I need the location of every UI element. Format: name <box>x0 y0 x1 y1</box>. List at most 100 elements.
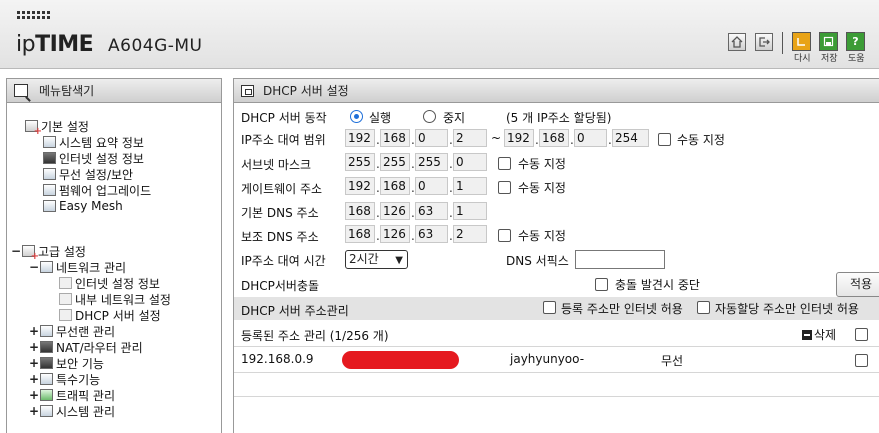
radio-run[interactable] <box>350 110 363 123</box>
menu-security[interactable]: + 보안 기능 <box>29 355 104 371</box>
menu-basic-system-summary[interactable]: 시스템 요약 정보 <box>43 134 144 150</box>
ip-range-label: IP주소 대여 범위 <box>241 133 326 147</box>
dns2-field-2[interactable]: 126 <box>380 225 410 243</box>
dns2-manual-checkbox[interactable] <box>498 229 511 242</box>
subnet-field-4[interactable]: 0 <box>453 153 487 171</box>
radio-stop[interactable] <box>423 110 436 123</box>
conflict-stop-checkbox[interactable] <box>595 278 608 291</box>
restart-label: 다시 <box>794 54 811 64</box>
dns2-manual-label: 수동 지정 <box>518 229 566 243</box>
ip-range-start-1[interactable]: 192 <box>345 129 375 147</box>
dns2-field-4[interactable]: 2 <box>453 225 487 243</box>
firmware-icon <box>43 184 56 196</box>
expand-icon[interactable]: + <box>29 404 39 418</box>
subnet-manual-checkbox[interactable] <box>498 157 511 170</box>
menu-basic-easymesh[interactable]: Easy Mesh <box>43 198 123 214</box>
auto-only-label: 자동할당 주소만 인터넷 허용 <box>715 302 859 316</box>
menu-special[interactable]: + 특수기능 <box>29 371 100 387</box>
subnet-field-3[interactable]: 255 <box>415 153 448 171</box>
ip-range-end-2[interactable]: 168 <box>539 129 569 147</box>
apply-button[interactable]: 적용 <box>836 272 879 297</box>
dns1-field-3[interactable]: 63 <box>415 202 448 220</box>
model-name: A604G-MU <box>108 36 203 56</box>
collapse-icon[interactable]: − <box>29 260 39 274</box>
dns2-field-3[interactable]: 63 <box>415 225 448 243</box>
gateway-label: 게이트웨이 주소 <box>241 182 323 196</box>
delete-all-checkbox[interactable] <box>855 328 868 341</box>
row-divider <box>234 346 879 347</box>
mesh-icon <box>43 200 56 212</box>
expand-icon[interactable]: + <box>29 340 39 354</box>
menu-network-management[interactable]: − 네트워크 관리 <box>29 259 126 275</box>
dhcp-settings-panel: DHCP 서버 설정 DHCP 서버 동작 실행 중지 (5 개 IP주소 할당… <box>233 78 879 433</box>
search-icon <box>14 84 28 97</box>
gateway-field-3[interactable]: 0 <box>415 177 448 195</box>
registered-only-label: 등록 주소만 인터넷 허용 <box>561 302 683 316</box>
address-mgmt-title: DHCP 서버 주소관리 <box>241 304 349 318</box>
expand-icon[interactable]: + <box>29 324 39 338</box>
help-label: 도움 <box>848 54 865 64</box>
expand-icon[interactable]: + <box>29 388 39 402</box>
dns1-field-4[interactable]: 1 <box>453 202 487 220</box>
ip-range-end-1[interactable]: 192 <box>504 129 534 147</box>
registered-only-checkbox[interactable] <box>543 301 556 314</box>
chevron-down-icon: ▼ <box>395 255 403 266</box>
menu-network-internet[interactable]: 인터넷 설정 정보 <box>59 275 160 291</box>
auto-only-checkbox[interactable] <box>697 301 710 314</box>
home-icon[interactable] <box>728 33 746 51</box>
lease-time-select[interactable]: 2시간 ▼ <box>345 250 408 269</box>
row-ip: 192.168.0.9 <box>241 352 314 366</box>
gateway-field-2[interactable]: 168 <box>380 177 410 195</box>
gateway-manual-checkbox[interactable] <box>498 181 511 194</box>
toolbar-separator <box>782 32 783 54</box>
collapse-icon[interactable]: − <box>11 244 21 258</box>
dns2-field-1[interactable]: 168 <box>345 225 375 243</box>
row-type: 무선 <box>661 354 684 368</box>
menu-basic-internet[interactable]: 인터넷 설정 정보 <box>43 150 144 166</box>
menu-advanced-settings[interactable]: − 고급 설정 <box>11 243 86 262</box>
menu-basic-settings[interactable]: 기본 설정 <box>25 118 89 137</box>
ip-range-start-2[interactable]: 168 <box>380 129 410 147</box>
tools-icon <box>40 373 53 385</box>
row-divider <box>234 396 879 397</box>
subnet-field-2[interactable]: 255 <box>380 153 410 171</box>
menu-nat-router[interactable]: + NAT/라우터 관리 <box>29 339 143 355</box>
dns1-field-2[interactable]: 126 <box>380 202 410 220</box>
ip-range-start-4[interactable]: 2 <box>453 129 487 147</box>
row-delete-checkbox[interactable] <box>855 354 868 367</box>
menu-explorer-header: 메뉴탐색기 <box>7 79 221 103</box>
menu-traffic[interactable]: + 트래픽 관리 <box>29 387 115 403</box>
chart-icon <box>40 405 53 417</box>
menu-basic-wireless[interactable]: 무선 설정/보안 <box>43 166 133 182</box>
menu-network-dhcp[interactable]: DHCP 서버 설정 <box>59 307 161 323</box>
dns-suffix-input[interactable] <box>575 250 665 269</box>
expand-icon[interactable]: + <box>29 356 39 370</box>
ip-range-end-4[interactable]: 254 <box>612 129 649 147</box>
ip-range-end-3[interactable]: 0 <box>574 129 607 147</box>
delete-header: 삭제 <box>802 326 836 343</box>
row-hostname: jayhyunyoo- <box>510 352 585 366</box>
ip-range-manual-checkbox[interactable] <box>658 133 671 146</box>
save-icon[interactable] <box>819 32 838 51</box>
header-bar: ipTIME A604G-MU 다시 저장 ? 도움 <box>0 0 879 69</box>
expand-icon[interactable]: + <box>29 372 39 386</box>
logout-icon[interactable] <box>755 33 773 51</box>
ip-range-manual-label: 수동 지정 <box>677 133 725 147</box>
row-divider <box>234 372 879 373</box>
assigned-count: (5 개 IP주소 할당됨) <box>506 111 612 125</box>
network-icon <box>40 261 53 273</box>
chart-icon <box>43 136 56 148</box>
help-icon[interactable]: ? <box>846 32 865 51</box>
menu-network-lan[interactable]: 내부 네트워크 설정 <box>59 291 171 307</box>
ip-range-start-3[interactable]: 0 <box>415 129 448 147</box>
menu-basic-firmware[interactable]: 펌웨어 업그레이드 <box>43 182 151 198</box>
dns1-field-1[interactable]: 168 <box>345 202 375 220</box>
subnet-field-1[interactable]: 255 <box>345 153 375 171</box>
dns2-label: 보조 DNS 주소 <box>241 230 319 244</box>
restart-icon[interactable] <box>792 32 811 51</box>
gateway-field-4[interactable]: 1 <box>453 177 487 195</box>
gateway-field-1[interactable]: 192 <box>345 177 375 195</box>
menu-system[interactable]: + 시스템 관리 <box>29 403 115 419</box>
registered-count-label: 등록된 주소 관리 (1/256 개) <box>241 329 389 343</box>
menu-wireless-management[interactable]: + 무선랜 관리 <box>29 323 115 339</box>
